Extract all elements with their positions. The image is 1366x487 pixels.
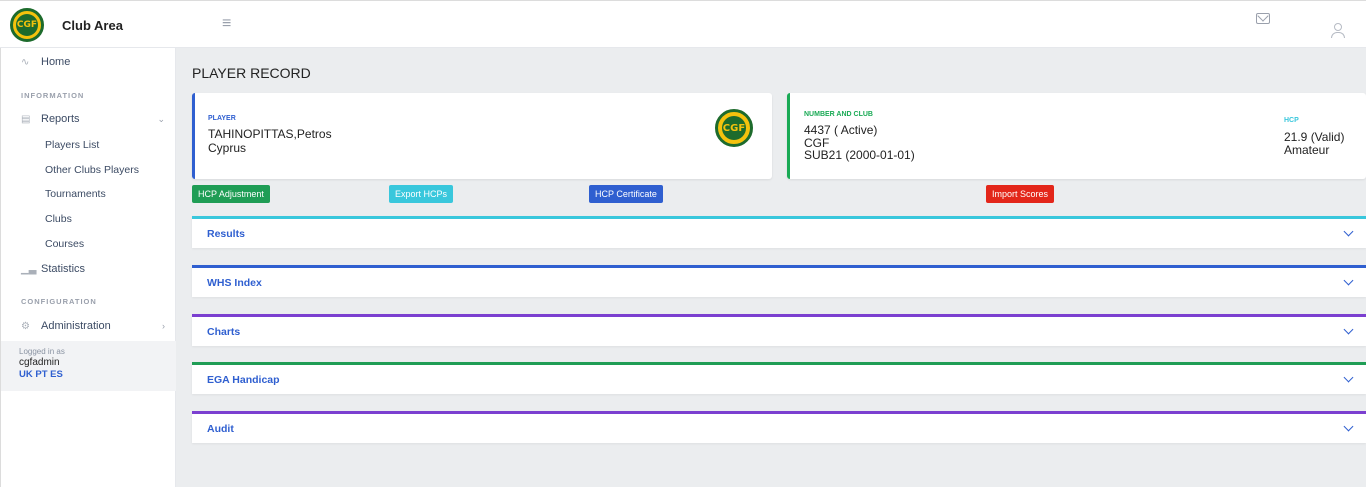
hcp-value: 21.9 (Valid): [1284, 130, 1345, 144]
import-scores-button[interactable]: Import Scores: [986, 185, 1055, 203]
chevron-down-icon: [1343, 324, 1354, 335]
hcp-label: HCP: [1284, 117, 1299, 124]
top-header: CGF Club Area ≡: [0, 0, 1366, 48]
club-logo-large-text: CGF: [722, 116, 746, 140]
number-club-label: NUMBER AND CLUB: [804, 111, 873, 118]
player-category: SUB21 (2000-01-01): [804, 148, 915, 162]
page-title: PLAYER RECORD: [192, 65, 311, 81]
username: cgfadmin: [19, 357, 60, 368]
player-card: PLAYER TAHINOPITTAS,Petros Cyprus CGF: [192, 93, 772, 179]
sidebar-item-reports[interactable]: ▤ Reports ⌄: [1, 107, 177, 131]
sidebar-item-tournaments[interactable]: Tournaments: [45, 188, 106, 200]
club-logo-large: CGF: [715, 109, 753, 147]
bar-chart-icon: ▁▃: [21, 263, 37, 275]
login-info: Logged in as cgfadmin UK PT ES: [1, 341, 177, 391]
hcp-status: Amateur: [1284, 143, 1330, 157]
sidebar-item-administration[interactable]: ⚙ Administration ›: [1, 314, 177, 338]
number-club-card: NUMBER AND CLUB 4437 ( Active) CGF SUB21…: [787, 93, 1366, 179]
player-country: Cyprus: [208, 141, 247, 155]
chevron-down-icon: ⌄: [157, 113, 165, 124]
export-hcps-button[interactable]: Export HCPs: [389, 185, 454, 203]
language-links[interactable]: UK PT ES: [19, 369, 159, 380]
app-title: Club Area: [62, 17, 123, 33]
sidebar: ∿ Home INFORMATION ▤ Reports ⌄ Players L…: [0, 48, 177, 487]
document-icon: ▤: [21, 113, 31, 125]
brand[interactable]: CGF Club Area: [10, 6, 123, 44]
chevron-down-icon: [1343, 421, 1354, 432]
section-whs-index[interactable]: WHS Index: [192, 265, 1366, 297]
player-label: PLAYER: [208, 115, 236, 122]
sidebar-item-home[interactable]: ∿ Home: [1, 50, 177, 74]
user-icon[interactable]: [1330, 23, 1346, 39]
section-results[interactable]: Results: [192, 216, 1366, 248]
section-information: INFORMATION: [21, 91, 85, 100]
logged-in-label: Logged in as: [19, 347, 65, 356]
section-charts[interactable]: Charts: [192, 314, 1366, 346]
sidebar-item-courses[interactable]: Courses: [45, 238, 84, 250]
sidebar-item-statistics[interactable]: ▁▃ Statistics: [1, 257, 177, 281]
section-configuration: CONFIGURATION: [21, 297, 97, 306]
sidebar-item-label: Reports: [41, 113, 80, 125]
hcp-certificate-button[interactable]: HCP Certificate: [589, 185, 663, 203]
section-title: Audit: [207, 423, 234, 435]
sidebar-item-players-list[interactable]: Players List: [45, 139, 99, 151]
hcp-adjustment-button[interactable]: HCP Adjustment: [192, 185, 270, 203]
player-name: TAHINOPITTAS,Petros: [208, 127, 332, 141]
section-title: Charts: [207, 326, 241, 338]
pulse-icon: ∿: [21, 56, 30, 68]
chevron-down-icon: [1343, 275, 1354, 286]
sidebar-item-label: Administration: [41, 320, 111, 332]
section-title: Results: [207, 228, 245, 240]
mail-icon[interactable]: [1256, 13, 1270, 24]
chevron-right-icon: ›: [162, 321, 165, 331]
section-audit[interactable]: Audit: [192, 411, 1366, 443]
sidebar-item-clubs[interactable]: Clubs: [45, 213, 72, 225]
section-ega-handicap[interactable]: EGA Handicap: [192, 362, 1366, 394]
section-title: WHS Index: [207, 277, 262, 289]
chevron-down-icon: [1343, 226, 1354, 237]
main-content: PLAYER RECORD PLAYER TAHINOPITTAS,Petros…: [176, 48, 1366, 487]
hamburger-menu-icon[interactable]: ≡: [222, 15, 231, 33]
section-title: EGA Handicap: [207, 374, 280, 386]
club-logo-text: CGF: [16, 14, 38, 36]
chevron-down-icon: [1343, 372, 1354, 383]
sidebar-item-label: Statistics: [41, 263, 86, 275]
sidebar-item-other-clubs-players[interactable]: Other Clubs Players: [45, 164, 139, 176]
sidebar-item-label: Home: [41, 56, 71, 68]
club-logo: CGF: [10, 8, 44, 42]
gear-icon: ⚙: [21, 320, 30, 332]
player-number: 4437 ( Active): [804, 123, 878, 137]
